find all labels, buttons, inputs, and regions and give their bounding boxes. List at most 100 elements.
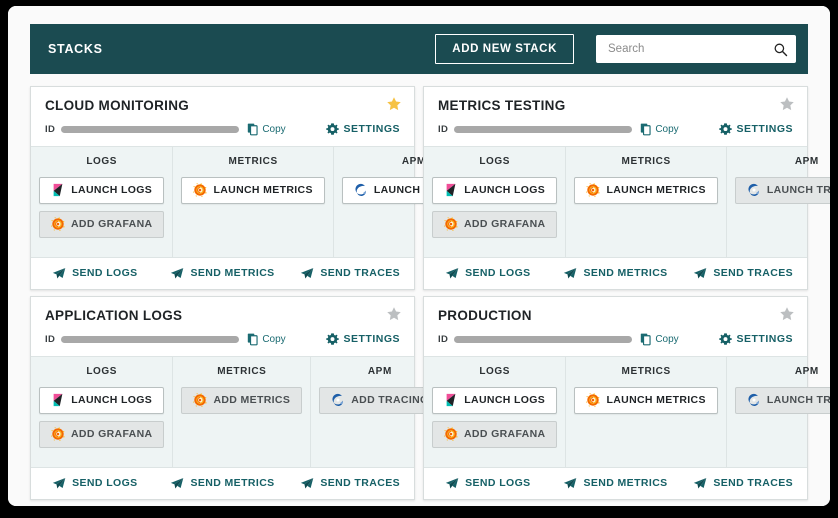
- action-button-add-grafana[interactable]: ADD GRAFANA: [432, 420, 558, 448]
- send-icon[interactable]: [563, 267, 577, 280]
- action-button-launch-metrics[interactable]: LAUNCH METRICS: [181, 176, 325, 204]
- copy-id-button[interactable]: Copy: [640, 123, 679, 136]
- card-header: APPLICATION LOGS ID Copy SETTINGS: [31, 296, 414, 356]
- action-button-label: LAUNCH METRICS: [213, 184, 313, 197]
- settings-label: SETTINGS: [343, 123, 400, 136]
- copy-id-button[interactable]: Copy: [640, 333, 679, 346]
- copy-id-button[interactable]: Copy: [247, 333, 286, 346]
- stack-id-row: ID Copy SETTINGS: [438, 122, 793, 137]
- action-button-add-metrics[interactable]: ADD METRICS: [181, 386, 303, 414]
- page-title: STACKS: [48, 42, 103, 56]
- action-button-launch-tracing[interactable]: LAUNCH TRACING: [734, 176, 830, 204]
- tracing-icon: [332, 394, 344, 407]
- send-icon[interactable]: [693, 267, 707, 280]
- gear-icon[interactable]: [326, 333, 340, 346]
- card-body: LOGS LAUNCH LOGS ADD GRAFANA METRICS LAUN…: [424, 145, 830, 258]
- footer-send-logs[interactable]: SEND LOGS: [424, 468, 552, 499]
- copy-icon[interactable]: [640, 123, 652, 136]
- add-new-stack-button[interactable]: ADD NEW STACK: [435, 34, 574, 64]
- column-title-metrics: METRICS: [621, 365, 671, 377]
- action-button-launch-tracing[interactable]: LAUNCH TRACING: [734, 386, 830, 414]
- action-button-launch-metrics[interactable]: LAUNCH METRICS: [574, 386, 718, 414]
- send-icon[interactable]: [445, 267, 459, 280]
- footer-send-traces[interactable]: SEND TRACES: [286, 258, 414, 289]
- footer-label: SEND METRICS: [190, 267, 275, 280]
- footer-send-logs[interactable]: SEND LOGS: [31, 258, 159, 289]
- footer-send-logs[interactable]: SEND LOGS: [31, 468, 159, 499]
- footer-label: SEND METRICS: [583, 477, 668, 490]
- copy-icon[interactable]: [640, 333, 652, 346]
- action-button-add-grafana[interactable]: ADD GRAFANA: [39, 210, 165, 238]
- column-title-metrics: METRICS: [228, 155, 278, 167]
- send-icon[interactable]: [300, 267, 314, 280]
- action-button-launch-logs[interactable]: LAUNCH LOGS: [39, 176, 165, 204]
- card-body: LOGS LAUNCH LOGS ADD GRAFANA METRICS LAUN…: [424, 355, 830, 468]
- send-icon[interactable]: [445, 477, 459, 490]
- send-icon[interactable]: [52, 267, 66, 280]
- action-button-launch-logs[interactable]: LAUNCH LOGS: [432, 176, 558, 204]
- footer-label: SEND LOGS: [72, 267, 138, 280]
- star-icon-empty[interactable]: [779, 96, 795, 112]
- action-button-add-grafana[interactable]: ADD GRAFANA: [39, 420, 165, 448]
- column-title-logs: LOGS: [479, 155, 511, 167]
- copy-id-button[interactable]: Copy: [247, 123, 286, 136]
- tracing-icon: [748, 394, 759, 407]
- footer-send-traces[interactable]: SEND TRACES: [679, 468, 807, 499]
- column-apm: APM LAUNCH TRACING: [727, 147, 830, 257]
- stacks-grid: CLOUD MONITORING ID Copy SETTINGS LOGS LA…: [30, 86, 830, 500]
- action-button-launch-logs[interactable]: LAUNCH LOGS: [432, 386, 558, 414]
- settings-button[interactable]: SETTINGS: [326, 123, 400, 136]
- column-logs: LOGS LAUNCH LOGS ADD GRAFANA: [424, 356, 567, 467]
- star-icon-empty[interactable]: [779, 306, 795, 322]
- column-title-apm: APM: [794, 365, 819, 377]
- settings-button[interactable]: SETTINGS: [326, 333, 400, 346]
- copy-label: Copy: [655, 333, 679, 345]
- gear-icon[interactable]: [719, 123, 733, 136]
- column-title-apm: APM: [367, 365, 392, 377]
- send-icon[interactable]: [170, 267, 184, 280]
- gear-icon[interactable]: [719, 333, 733, 346]
- footer-send-metrics[interactable]: SEND METRICS: [552, 258, 680, 289]
- stack-id-label: ID: [438, 333, 449, 345]
- footer-label: SEND METRICS: [583, 267, 668, 280]
- footer-send-logs[interactable]: SEND LOGS: [424, 258, 552, 289]
- column-metrics: METRICS LAUNCH METRICS: [566, 146, 727, 257]
- action-button-launch-metrics[interactable]: LAUNCH METRICS: [574, 176, 718, 204]
- copy-icon[interactable]: [247, 123, 259, 136]
- footer-send-metrics[interactable]: SEND METRICS: [159, 258, 287, 289]
- action-button-label: ADD GRAFANA: [464, 218, 546, 231]
- kibana-icon: [446, 394, 456, 407]
- grafana-icon: [51, 427, 65, 442]
- send-icon[interactable]: [170, 477, 184, 490]
- kibana-icon: [53, 394, 63, 407]
- gear-icon[interactable]: [326, 123, 340, 136]
- settings-button[interactable]: SETTINGS: [719, 123, 793, 136]
- action-button-add-grafana[interactable]: ADD GRAFANA: [432, 210, 558, 238]
- footer-label: SEND TRACES: [713, 477, 794, 490]
- action-button-label: ADD GRAFANA: [71, 218, 153, 231]
- copy-icon[interactable]: [247, 333, 259, 346]
- stack-name: PRODUCTION: [438, 307, 532, 323]
- stack-name: METRICS TESTING: [438, 98, 566, 113]
- star-icon-empty[interactable]: [386, 306, 402, 322]
- search-icon[interactable]: [773, 42, 788, 57]
- stack-name: CLOUD MONITORING: [45, 98, 190, 113]
- copy-label: Copy: [262, 333, 286, 345]
- send-icon[interactable]: [563, 477, 577, 490]
- column-title-logs: LOGS: [86, 155, 118, 167]
- send-icon[interactable]: [693, 477, 707, 490]
- footer-send-traces[interactable]: SEND TRACES: [286, 468, 414, 499]
- footer-send-metrics[interactable]: SEND METRICS: [159, 468, 287, 499]
- grafana-icon: [444, 217, 458, 232]
- send-icon[interactable]: [52, 477, 66, 490]
- search-box[interactable]: [596, 35, 796, 63]
- search-input[interactable]: [606, 42, 773, 56]
- footer-send-traces[interactable]: SEND TRACES: [679, 258, 807, 289]
- settings-button[interactable]: SETTINGS: [719, 333, 793, 346]
- action-button-launch-logs[interactable]: LAUNCH LOGS: [39, 386, 165, 414]
- column-title-metrics: METRICS: [621, 155, 671, 167]
- footer-send-metrics[interactable]: SEND METRICS: [552, 468, 680, 499]
- star-icon-filled[interactable]: [386, 96, 402, 112]
- settings-label: SETTINGS: [736, 333, 793, 346]
- send-icon[interactable]: [300, 477, 314, 490]
